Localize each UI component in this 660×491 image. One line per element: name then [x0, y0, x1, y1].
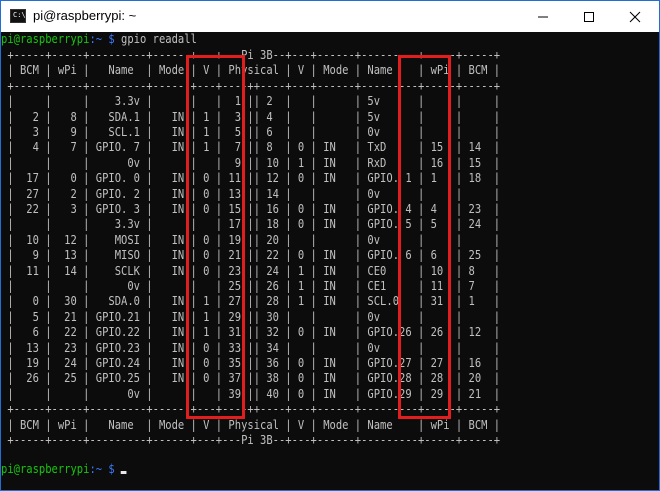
prompt-path: :~ $: [89, 32, 115, 47]
minimize-button[interactable]: [520, 1, 566, 32]
prompt-user: pi@raspberrypi: [1, 32, 90, 47]
table-line: | BCM | wPi | Name | Mode | V | Physical…: [1, 417, 501, 433]
mode-column-highlight-right: [398, 55, 451, 419]
maximize-button[interactable]: [566, 1, 612, 32]
command-text: [115, 462, 121, 477]
terminal-icon: C:\: [10, 9, 26, 23]
text-cursor: [121, 471, 127, 474]
close-icon: [629, 11, 641, 23]
close-button[interactable]: [612, 1, 658, 32]
prompt-path: :~ $: [89, 462, 115, 477]
mode-column-highlight-left: [186, 55, 245, 419]
terminal-window: C:\ pi@raspberrypi: ~ pi@raspberrypi:~ $…: [0, 0, 660, 491]
maximize-icon: [584, 12, 594, 22]
scrollbar[interactable]: [642, 32, 659, 489]
window-title: pi@raspberrypi: ~: [33, 8, 137, 23]
command-text: gpio readall: [114, 32, 197, 47]
prompt-line[interactable]: pi@raspberrypi:~ $: [1, 462, 127, 477]
prompt-line: pi@raspberrypi:~ $ gpio readall: [1, 32, 197, 47]
table-line: +-----+-----+---------+------+---+---Pi …: [1, 433, 501, 448]
minimize-icon: [538, 16, 548, 18]
title-bar[interactable]: C:\ pi@raspberrypi: ~: [1, 1, 659, 32]
terminal-output[interactable]: pi@raspberrypi:~ $ gpio readall +-----+-…: [1, 32, 659, 489]
prompt-user: pi@raspberrypi: [1, 462, 90, 477]
